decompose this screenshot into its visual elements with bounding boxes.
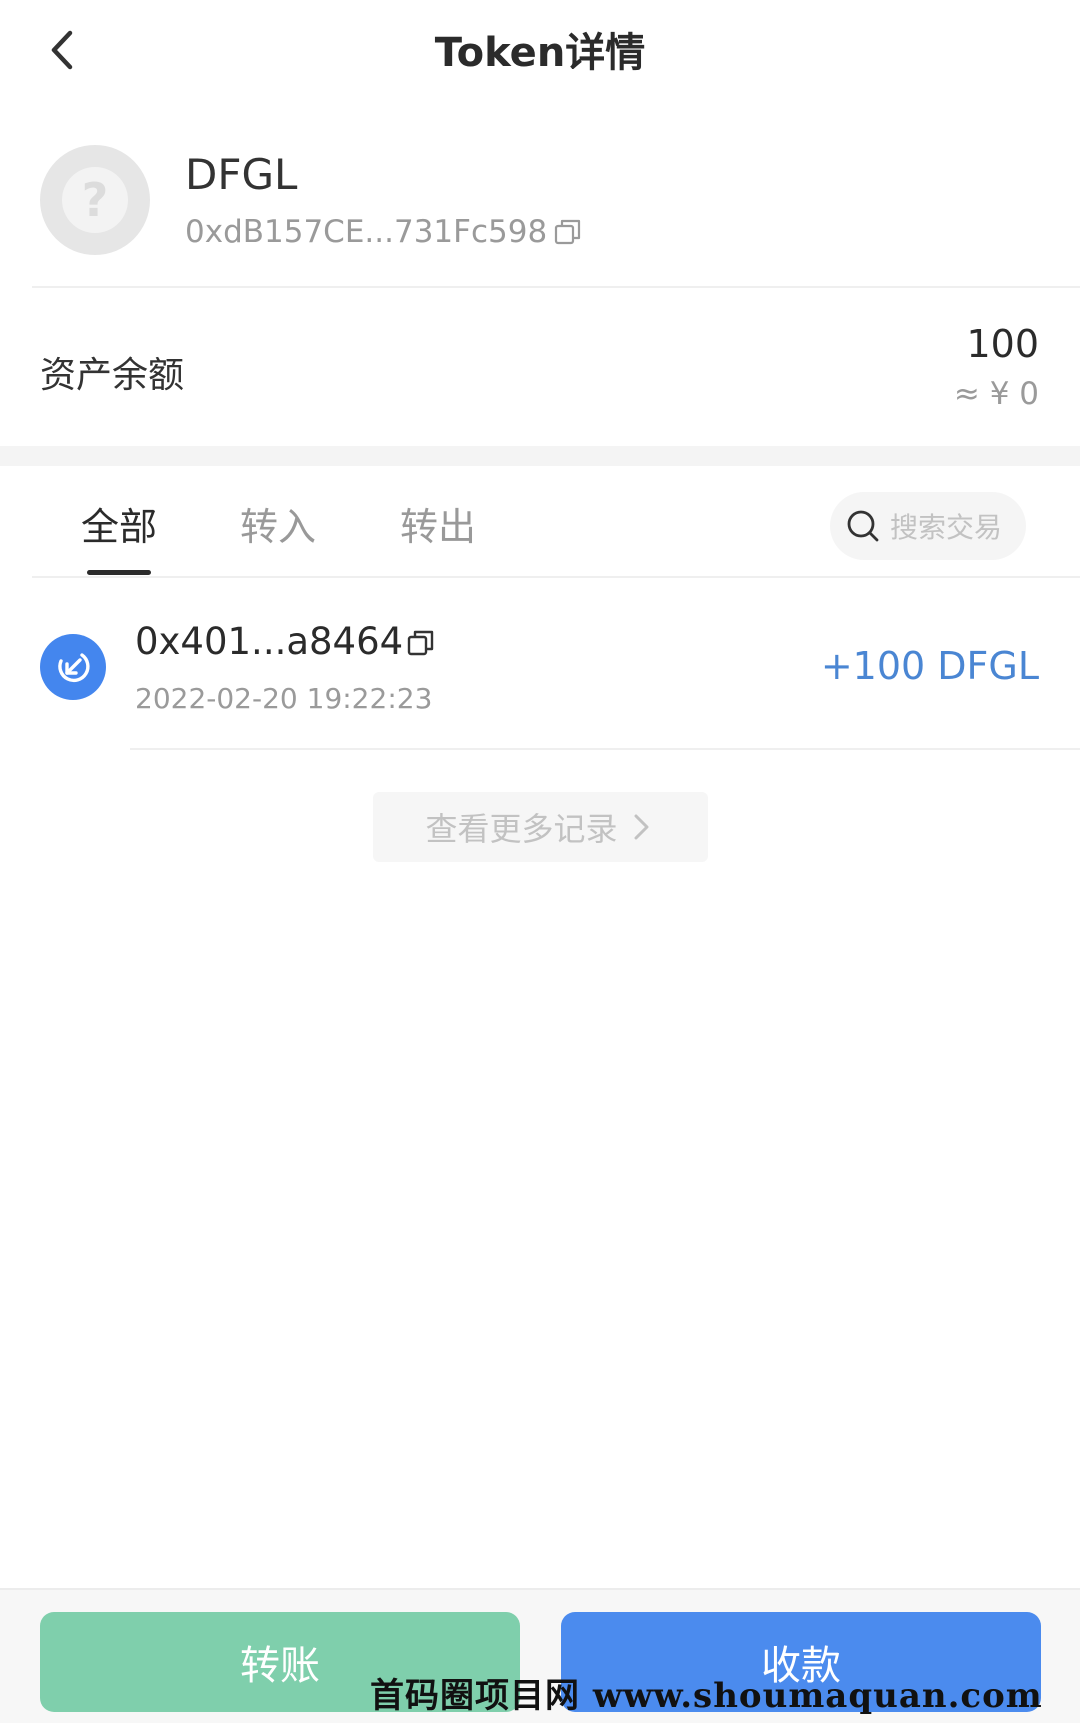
tab-all[interactable]: 全部 [81,502,157,552]
token-detail-screen: Token详情 ? DFGL 0xdB157CE...731Fc598 资产余额… [0,0,1080,1723]
watermark: 首码圈项目网 www.shoumaquan.com [370,1676,1043,1716]
token-address: 0xdB157CE...731Fc598 [185,214,548,250]
divider [32,576,1080,578]
divider [130,748,1080,750]
divider [32,286,1080,288]
chevron-right-icon [626,812,656,842]
view-more-label: 查看更多记录 [425,810,618,848]
copy-transaction-address-button[interactable] [405,627,437,659]
incoming-arrow-icon [40,634,106,700]
transaction-time: 2022-02-20 19:22:23 [135,682,433,715]
transaction-amount: +100 DFGL [820,644,1039,688]
copy-icon [407,630,434,656]
top-bar: Token详情 [0,0,1080,110]
token-name: DFGL [185,150,298,199]
balance-amount: 100 [966,322,1039,366]
token-info: ? DFGL 0xdB157CE...731Fc598 [0,130,1080,288]
transaction-row[interactable]: 0x401...a8464 2022-02-20 19:22:23 +100 D… [0,590,1080,748]
balance-fiat-value: ≈ ¥ 0 [953,376,1039,412]
tab-incoming[interactable]: 转入 [240,502,316,552]
tabs-bar: 全部 转入 转出 搜索交易 [0,466,1080,576]
search-input[interactable]: 搜索交易 [830,492,1026,560]
search-placeholder: 搜索交易 [890,511,1003,544]
token-address-row: 0xdB157CE...731Fc598 [185,212,583,252]
transaction-address: 0x401...a8464 [135,620,404,663]
balance-label: 资产余额 [40,355,185,396]
copy-address-button[interactable] [553,217,583,247]
balance-row: 资产余额 100 ≈ ¥ 0 [0,300,1080,440]
section-separator [0,446,1080,466]
tab-outgoing[interactable]: 转出 [400,502,476,552]
token-logo: ? [40,145,150,255]
copy-icon [555,219,581,245]
search-icon [844,507,882,545]
page-title: Token详情 [434,30,646,76]
question-mark-icon: ? [62,167,128,233]
active-tab-indicator [87,570,151,575]
view-more-records-button[interactable]: 查看更多记录 [373,792,708,862]
